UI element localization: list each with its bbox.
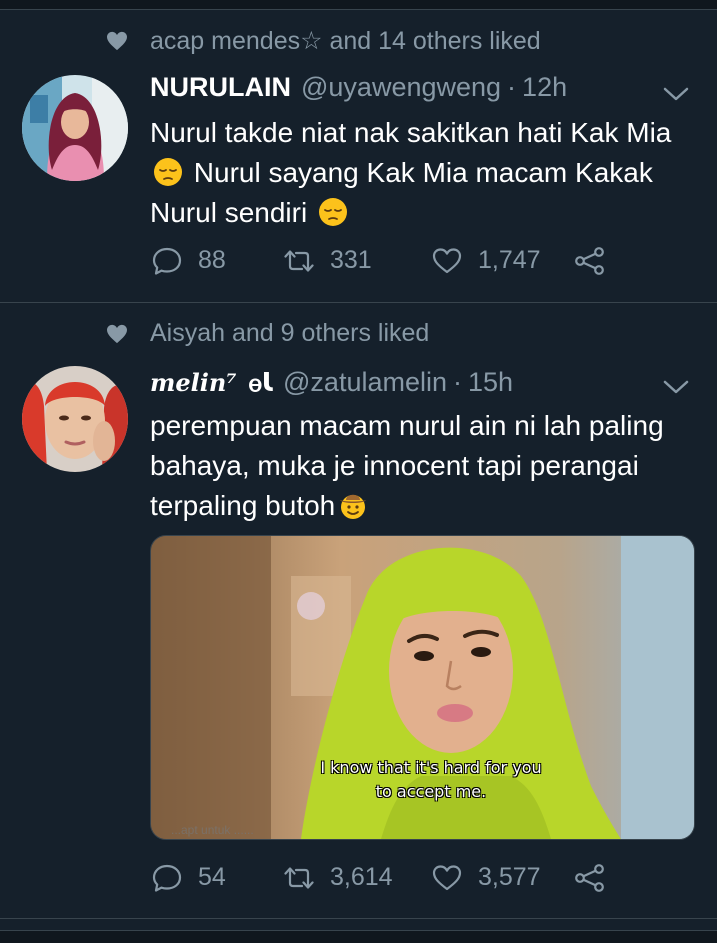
- social-context: Aisyah and 9 others liked: [106, 319, 429, 348]
- timestamp[interactable]: 15h: [468, 367, 513, 398]
- tweet[interactable]: Aisyah and 9 others liked melin⁷ ⲑƖ @zat…: [0, 303, 717, 919]
- chevron-down-icon[interactable]: [663, 379, 689, 395]
- heart-filled-icon: [107, 31, 127, 51]
- handle[interactable]: @zatulamelin: [283, 367, 447, 398]
- bottom-divider: [0, 919, 717, 943]
- like-count: 1,747: [478, 246, 541, 274]
- tweet[interactable]: acap mendes☆ and 14 others liked NURULAI…: [0, 10, 717, 303]
- subtitle-line: to accept me.: [375, 782, 487, 801]
- timestamp[interactable]: 12h: [522, 72, 567, 103]
- reply-button[interactable]: 54: [152, 863, 284, 892]
- divider-bar: [0, 930, 717, 943]
- heart-icon: [432, 247, 462, 273]
- reply-icon: [152, 864, 182, 892]
- tweet-text-part: Nurul sayang Kak Mia macam Kakak Nurul s…: [150, 157, 653, 228]
- cowboy-face-icon: [340, 494, 367, 519]
- reply-count: 54: [198, 863, 226, 891]
- share-icon: [575, 246, 604, 275]
- tweet-text: Nurul takde niat nak sakitkan hati Kak M…: [150, 113, 690, 233]
- reply-icon: [152, 247, 182, 275]
- display-name-symbol: ⲑƖ: [248, 368, 274, 398]
- social-context: acap mendes☆ and 14 others liked: [106, 26, 541, 56]
- retweet-count: 3,614: [330, 863, 393, 891]
- retweet-count: 331: [330, 246, 372, 274]
- media-bottom-text: ...apt untuk ......: [171, 823, 254, 837]
- avatar-image: [22, 75, 128, 181]
- share-button[interactable]: [574, 246, 622, 275]
- separator-dot: ·: [453, 367, 462, 397]
- chevron-down-icon[interactable]: [663, 86, 689, 102]
- tweet-header: NURULAIN @uyawengweng · 12h: [150, 72, 567, 103]
- reply-button[interactable]: 88: [152, 246, 284, 275]
- pensive-face-icon: [318, 198, 347, 226]
- heart-icon: [432, 864, 462, 890]
- like-button[interactable]: 1,747: [432, 246, 574, 275]
- retweet-icon: [284, 249, 314, 272]
- like-count: 3,577: [478, 863, 541, 891]
- retweet-button[interactable]: 3,614: [284, 863, 432, 892]
- pensive-face-icon: [154, 158, 182, 186]
- subtitle-line: I know that it's hard for you: [320, 758, 542, 777]
- display-name[interactable]: NURULAIN: [150, 72, 291, 103]
- social-context-text: acap mendes☆ and 14 others liked: [150, 27, 541, 55]
- tweet-media-image[interactable]: I know that it's hard for you to accept …: [150, 535, 695, 840]
- avatar[interactable]: [22, 75, 128, 181]
- separator-dot: ·: [507, 72, 517, 102]
- display-name[interactable]: melin⁷: [150, 368, 237, 397]
- tweet-text: perempuan macam nurul ain ni lah paling …: [150, 406, 690, 526]
- tweet-text-content: perempuan macam nurul ain ni lah paling …: [150, 410, 664, 521]
- tweet-header: melin⁷ ⲑƖ @zatulamelin · 15h: [150, 367, 513, 399]
- share-icon: [575, 863, 604, 892]
- heart-filled-icon: [107, 324, 127, 343]
- top-divider: [0, 0, 717, 10]
- like-button[interactable]: 3,577: [432, 863, 574, 892]
- reply-count: 88: [198, 246, 226, 274]
- retweet-icon: [284, 866, 314, 889]
- retweet-button[interactable]: 331: [284, 246, 432, 275]
- handle[interactable]: @uyawengweng: [301, 72, 501, 103]
- tweet-actions: 88 331 1,747: [152, 246, 622, 275]
- tweet-text-part: Nurul takde niat nak sakitkan hati Kak M…: [150, 117, 672, 148]
- social-context-text: Aisyah and 9 others liked: [150, 319, 430, 347]
- avatar[interactable]: [22, 366, 128, 472]
- avatar-image: [22, 366, 128, 472]
- share-button[interactable]: [574, 863, 622, 892]
- tweet-actions: 54 3,614 3,577: [152, 863, 622, 892]
